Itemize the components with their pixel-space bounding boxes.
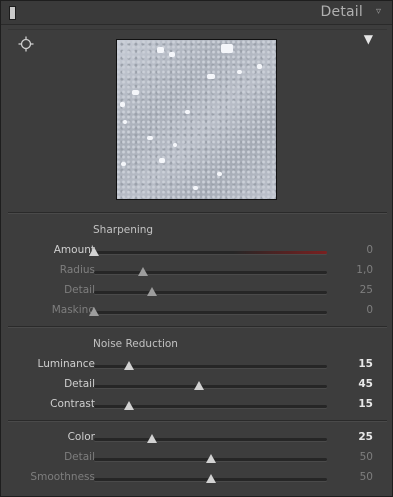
slider-value[interactable]: 50 (360, 451, 373, 463)
slider-thumb[interactable] (147, 287, 158, 296)
masking-slider[interactable] (89, 307, 327, 316)
color-detail-slider[interactable] (94, 454, 327, 463)
slider-label: Detail (64, 284, 95, 296)
slider-value[interactable]: 15 (358, 398, 373, 410)
panel-switch[interactable] (9, 6, 16, 20)
sharpening-amount-row: Amount 0 (8, 242, 387, 260)
noise-color-detail-row: Detail 50 (8, 449, 387, 467)
noise-color-row: Color 25 (8, 429, 387, 447)
triangle-down-icon[interactable]: ▼ (364, 32, 373, 46)
panel-header[interactable]: Detail ▿ (1, 1, 392, 25)
detail-preview-image[interactable] (116, 39, 277, 200)
sharpening-radius-row: Radius 1,0 (8, 262, 387, 280)
noise-reduction-title: Noise Reduction (93, 338, 178, 350)
slider-thumb[interactable] (205, 454, 216, 463)
triangle-down-icon[interactable]: ▿ (376, 6, 381, 17)
slider-thumb[interactable] (123, 361, 134, 370)
slider-label: Smoothness (30, 471, 95, 483)
slider-thumb[interactable] (89, 307, 99, 316)
slider-label: Radius (59, 264, 95, 276)
luminance-slider[interactable] (94, 361, 327, 370)
slider-value[interactable]: 0 (366, 244, 373, 256)
slider-label: Color (67, 431, 95, 443)
slider-thumb[interactable] (137, 267, 148, 276)
color-slider[interactable] (94, 434, 327, 443)
slider-thumb[interactable] (205, 474, 216, 483)
slider-value[interactable]: 25 (360, 284, 373, 296)
slider-value[interactable]: 45 (358, 378, 373, 390)
noise-luminance-detail-row: Detail 45 (8, 376, 387, 394)
slider-thumb[interactable] (89, 247, 99, 256)
detail-panel: Detail ▿ ▼ Sharpening Amount 0 Radius 1,… (0, 0, 393, 497)
smoothness-slider[interactable] (94, 474, 327, 483)
slider-label: Detail (64, 451, 95, 463)
crosshair-icon[interactable] (18, 36, 34, 52)
section-divider (8, 420, 387, 421)
slider-value[interactable]: 15 (358, 358, 373, 370)
slider-label: Detail (64, 378, 95, 390)
sharpening-detail-slider[interactable] (94, 287, 327, 296)
slider-label: Luminance (37, 358, 95, 370)
slider-value[interactable]: 25 (358, 431, 373, 443)
noise-luminance-row: Luminance 15 (8, 356, 387, 374)
section-divider (8, 212, 387, 213)
amount-slider[interactable] (89, 247, 327, 256)
sharpening-title: Sharpening (93, 224, 154, 236)
slider-value[interactable]: 50 (360, 471, 373, 483)
slider-thumb[interactable] (123, 401, 134, 410)
panel-title: Detail (320, 4, 363, 20)
noise-smoothness-row: Smoothness 50 (8, 469, 387, 487)
slider-thumb[interactable] (147, 434, 158, 443)
preview-section: ▼ (8, 29, 387, 211)
contrast-slider[interactable] (94, 401, 327, 410)
sharpening-detail-row: Detail 25 (8, 282, 387, 300)
slider-thumb[interactable] (193, 381, 204, 390)
noise-contrast-row: Contrast 15 (8, 396, 387, 414)
radius-slider[interactable] (94, 267, 327, 276)
sharpening-masking-row: Masking 0 (8, 302, 387, 320)
slider-value[interactable]: 0 (366, 304, 373, 316)
luminance-detail-slider[interactable] (94, 381, 327, 390)
slider-label: Contrast (50, 398, 95, 410)
slider-value[interactable]: 1,0 (356, 264, 373, 276)
section-divider (8, 326, 387, 327)
